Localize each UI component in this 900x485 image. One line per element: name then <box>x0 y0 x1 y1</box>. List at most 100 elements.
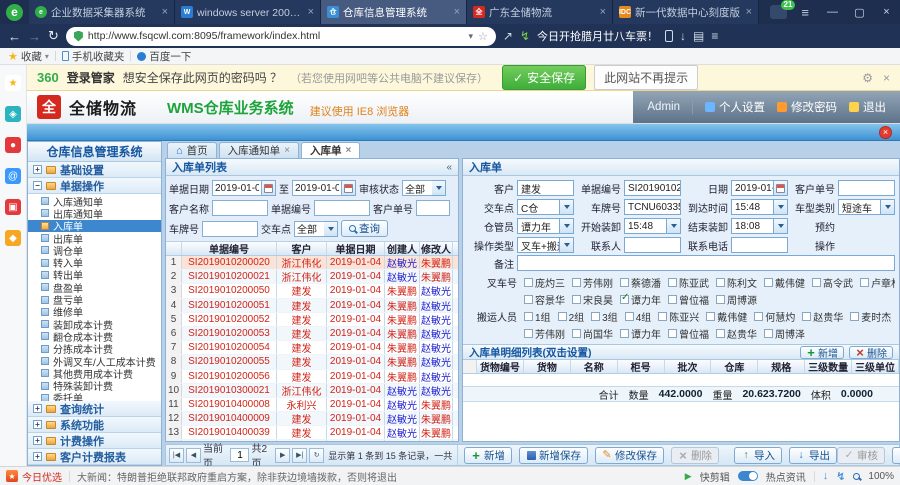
checkbox-icon[interactable] <box>658 312 667 321</box>
browser-menu-icon[interactable]: ≡ <box>801 5 809 20</box>
side-toolbar-icon[interactable]: ★ <box>5 75 21 91</box>
worker-checkbox[interactable]: 周博源 <box>716 292 757 307</box>
tab-close-icon[interactable]: × <box>454 6 460 18</box>
checkbox-icon[interactable] <box>668 295 677 304</box>
toolbar-button[interactable]: 删除 <box>671 447 719 464</box>
forward-icon[interactable]: → <box>28 29 41 44</box>
sidebar-section-header[interactable]: − 单据操作 <box>28 178 161 194</box>
checkbox-icon[interactable] <box>716 295 725 304</box>
close-notify-icon[interactable]: × <box>883 71 890 85</box>
worker-checkbox[interactable]: 容景华 <box>524 292 565 307</box>
checkbox-icon[interactable] <box>524 295 533 304</box>
sidebar-menu-item[interactable]: 出库单 <box>28 232 161 244</box>
field-input[interactable]: 18:08 <box>731 218 774 234</box>
checkbox-icon[interactable] <box>850 312 859 321</box>
speed-lightning-icon[interactable]: ↯ <box>520 29 530 43</box>
more-tools-icon[interactable]: ≡ <box>711 29 718 43</box>
sidebar-section-header[interactable]: + 计费操作 <box>28 433 161 449</box>
column-header[interactable]: 单据编号 <box>182 242 277 255</box>
expand-icon[interactable]: + <box>33 404 42 413</box>
inbound-order-row[interactable]: 2 SI2019010200021 浙江伟化 2019-01-04 赵敏光 朱翼… <box>166 270 458 284</box>
favorites-menu[interactable]: ★ 收藏 ▾ <box>8 49 49 64</box>
remark-input[interactable] <box>517 255 895 271</box>
inbound-order-row[interactable]: 12 SI2019010400009 建发 2019-01-04 赵敏光 朱翼鹏 <box>166 412 458 426</box>
detail-grid-empty-row[interactable] <box>463 374 899 386</box>
sidebar-section-header[interactable]: + 基础设置 <box>28 162 161 178</box>
expand-icon[interactable]: − <box>33 181 42 190</box>
checkbox-icon[interactable] <box>524 329 533 338</box>
chevron-down-icon[interactable] <box>667 218 681 234</box>
sidebar-menu-item[interactable]: 调仓单 <box>28 244 161 256</box>
gear-icon[interactable]: ⚙ <box>862 71 873 85</box>
field-input[interactable]: C仓 <box>517 199 560 215</box>
expand-icon[interactable]: + <box>33 165 42 174</box>
sidebar-menu-item[interactable]: 入库单 <box>28 220 161 232</box>
checkbox-icon[interactable] <box>812 278 821 287</box>
worker-checkbox[interactable]: 戴伟健 <box>764 275 805 290</box>
chevron-down-icon[interactable] <box>560 218 574 234</box>
column-header[interactable]: 客户 <box>277 242 327 255</box>
collapse-panel-icon[interactable]: « <box>446 162 452 173</box>
checkbox-icon[interactable] <box>625 312 634 321</box>
checkbox-icon[interactable] <box>668 329 677 338</box>
sidebar-menu-item[interactable]: 特殊装卸计费 <box>28 379 161 391</box>
worker-checkbox[interactable]: 蔡德潘 <box>620 275 661 290</box>
inbound-order-row[interactable]: 7 SI2019010200054 建发 2019-01-04 朱翼鹏 赵敏光 <box>166 341 458 355</box>
toolbar-button[interactable]: 审核 <box>837 447 885 464</box>
browser-tab[interactable]: W windows server 2008 显示剩... × <box>175 0 321 24</box>
field-input[interactable]: 叉车+搬运 <box>517 237 560 253</box>
close-button[interactable]: × <box>873 0 900 24</box>
worker-checkbox[interactable]: 陈亚武 <box>668 275 709 290</box>
side-toolbar-icon[interactable]: ▣ <box>5 199 21 215</box>
checkbox-icon[interactable] <box>620 295 629 304</box>
checkbox-icon[interactable] <box>620 329 629 338</box>
column-header[interactable]: 单据日期 <box>327 242 385 255</box>
news-ticker-link[interactable]: 大新闻：特朗普拒绝联邦政府重启方案，除非获边境墙拨款，否则将退出 <box>77 469 397 484</box>
tab-close-icon[interactable]: × <box>600 6 606 18</box>
calendar-icon[interactable] <box>774 180 788 196</box>
personal-settings-button[interactable]: 个人设置 <box>705 99 765 115</box>
worker-checkbox[interactable]: 麦时杰 <box>850 309 891 324</box>
plate-number-input[interactable] <box>202 221 258 237</box>
field-input[interactable]: 短途车 <box>838 199 881 215</box>
worker-checkbox[interactable]: 芳伟刚 <box>524 326 565 341</box>
never-prompt-button[interactable]: 此网站不再提示 <box>594 65 698 90</box>
worker-checkbox[interactable]: 芳伟刚 <box>572 275 613 290</box>
field-input[interactable] <box>731 237 788 253</box>
expand-icon[interactable]: + <box>33 436 42 445</box>
field-input[interactable]: 建发 <box>517 180 574 196</box>
browser-tab[interactable]: 仓 仓库信息管理系统 × <box>321 0 467 24</box>
checkbox-icon[interactable] <box>754 312 763 321</box>
logout-button[interactable]: 退出 <box>849 99 886 115</box>
next-page-button[interactable]: ▶ <box>275 448 290 463</box>
hot-news-toggle[interactable] <box>738 471 758 481</box>
url-dropdown-icon[interactable]: ▾ <box>469 31 474 42</box>
bookmark-star-icon[interactable]: ☆ <box>478 30 488 43</box>
inbound-order-row[interactable]: 3 SI2019010200050 建发 2019-01-04 朱翼鹏 赵敏光 <box>166 284 458 298</box>
toolbar-button[interactable]: 导出 <box>789 447 837 464</box>
detail-delete-button[interactable]: 删除 <box>849 346 893 359</box>
back-icon[interactable]: ← <box>8 29 21 44</box>
checkbox-icon[interactable] <box>860 278 869 287</box>
share-icon[interactable]: ↗ <box>503 29 513 43</box>
speed-icon[interactable]: ↯ <box>836 470 845 483</box>
page-number-input[interactable] <box>230 448 249 462</box>
checkbox-icon[interactable] <box>558 312 567 321</box>
checkbox-icon[interactable] <box>716 329 725 338</box>
side-toolbar-icon[interactable]: ◆ <box>5 230 21 246</box>
worker-checkbox[interactable]: 庞灼三 <box>524 275 565 290</box>
chevron-down-icon[interactable] <box>560 199 574 215</box>
download-manager-icon[interactable]: ↓ <box>823 470 829 482</box>
tab-close-icon[interactable]: × <box>162 6 168 18</box>
checkbox-icon[interactable] <box>764 329 773 338</box>
checkbox-icon[interactable] <box>591 312 600 321</box>
page-tab[interactable]: ⌂ 入库通知单 × <box>219 142 299 158</box>
checkbox-icon[interactable] <box>668 278 677 287</box>
side-toolbar-icon[interactable]: @ <box>5 168 21 184</box>
checkbox-icon[interactable] <box>802 312 811 321</box>
sidebar-menu-item[interactable]: 盘盈单 <box>28 281 161 293</box>
inbound-order-row[interactable]: 11 SI2019010400008 永利兴 2019-01-04 赵敏光 朱翼… <box>166 398 458 412</box>
date-to-input[interactable] <box>292 180 342 196</box>
ticket-promo-link[interactable]: 今日开抢腊月廿八车票！ <box>537 28 658 44</box>
bookmark-mobile-favorites[interactable]: 手机收藏夹 <box>62 49 125 64</box>
